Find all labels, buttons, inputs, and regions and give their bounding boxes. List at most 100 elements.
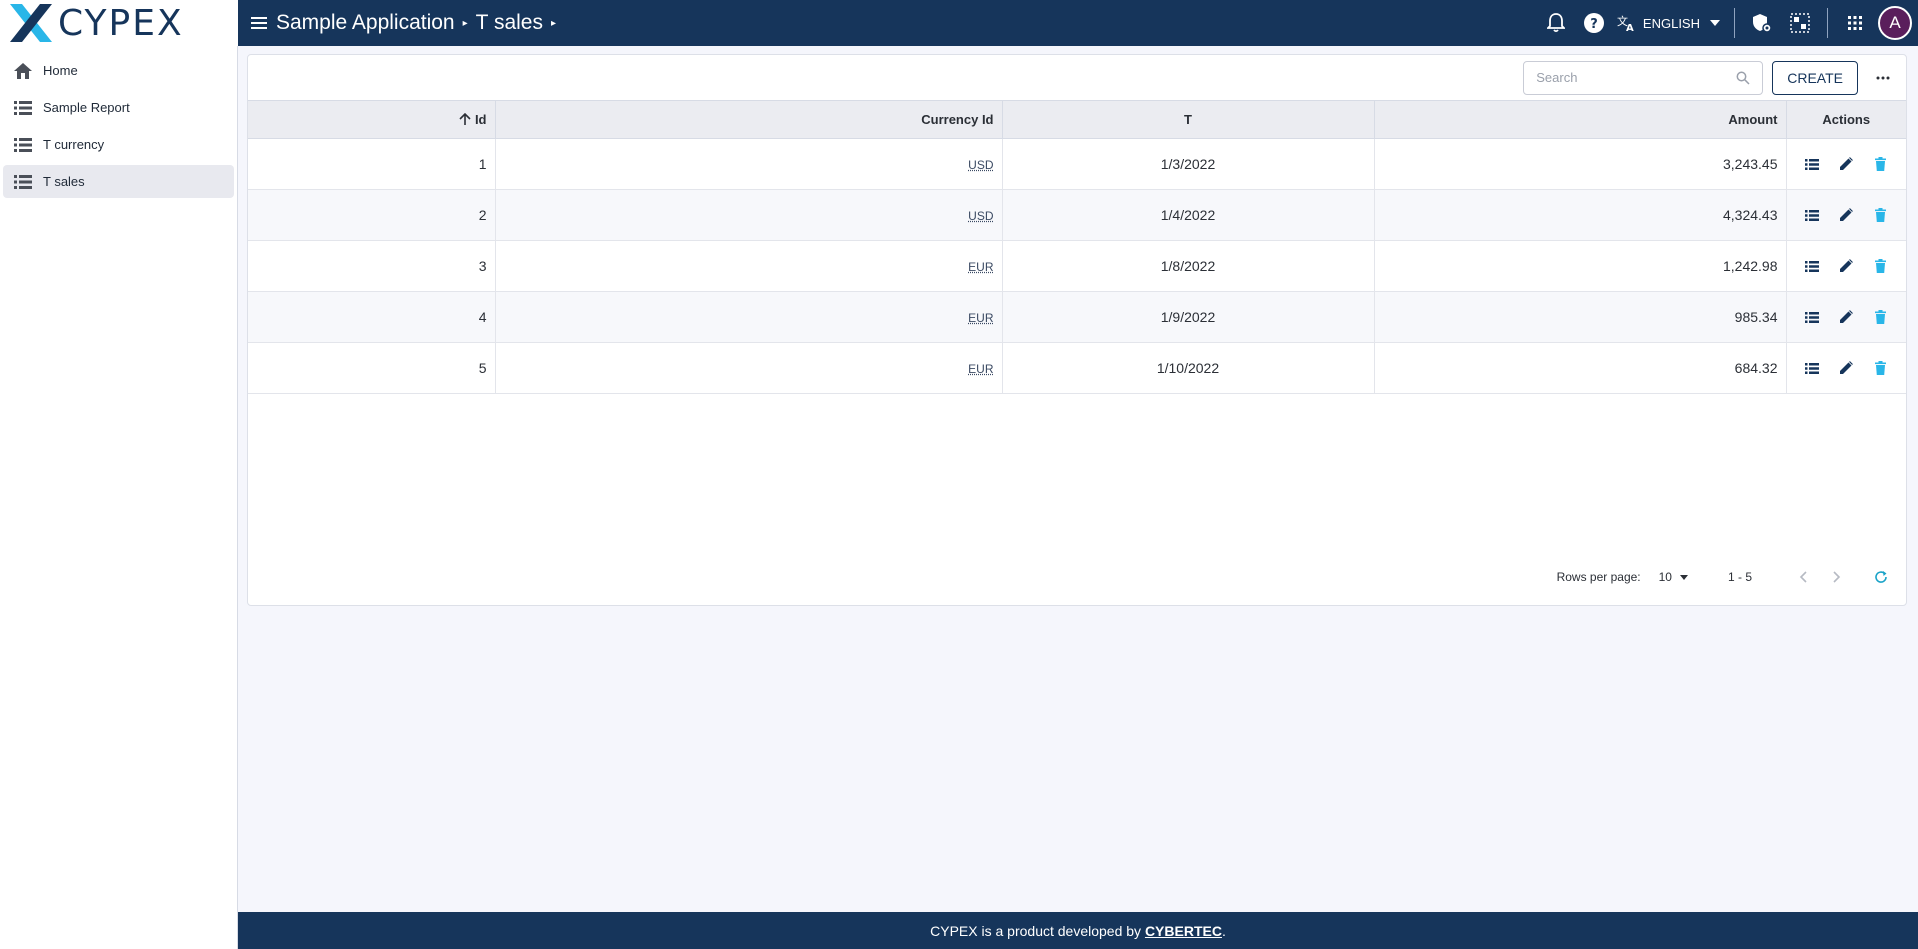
currency-link[interactable]: USD <box>968 209 993 223</box>
table-row[interactable]: 4 EUR 1/9/2022 985.34 <box>248 291 1906 343</box>
grid-select-icon <box>1790 13 1810 33</box>
logo[interactable]: CYPEX <box>0 0 238 46</box>
cell-currency-id: EUR <box>495 342 1003 394</box>
search-input[interactable] <box>1536 70 1737 85</box>
list-icon <box>13 135 33 155</box>
help-icon: ? <box>1583 13 1604 33</box>
edit-icon[interactable] <box>1836 358 1856 378</box>
cell-amount: 4,324.43 <box>1374 189 1787 241</box>
sidebar-item-t-currency[interactable]: T currency <box>3 128 234 161</box>
table-row[interactable]: 3 EUR 1/8/2022 1,242.98 <box>248 240 1906 292</box>
table-header-row: Id Currency Id T Amount Actions <box>248 100 1906 139</box>
data-table: Id Currency Id T Amount Actions 1 USD 1/3/… <box>248 100 1906 394</box>
app-header: CYPEX Sample Application ▸ T sales ▸ ? 文… <box>0 0 1918 46</box>
column-header-label: Id <box>474 112 487 127</box>
footer-link-cybertec[interactable]: CYBERTEC <box>1145 923 1222 939</box>
column-header-id[interactable]: Id <box>248 100 496 139</box>
apps-button[interactable] <box>1840 8 1870 38</box>
layout-editor-button[interactable] <box>1785 8 1815 38</box>
sidebar-item-sample-report[interactable]: Sample Report <box>3 91 234 124</box>
footer: CYPEX is a product developed by CYBERTEC… <box>238 912 1918 949</box>
rows-per-page-select[interactable]: 10 <box>1659 570 1688 584</box>
delete-icon[interactable] <box>1870 358 1890 378</box>
cell-amount: 1,242.98 <box>1374 240 1787 292</box>
language-selector[interactable]: 文A ENGLISH <box>1617 14 1720 32</box>
sidebar-item-t-sales[interactable]: T sales <box>3 165 234 198</box>
sidebar-item-label: Home <box>43 63 78 78</box>
breadcrumb-app[interactable]: Sample Application <box>276 11 455 35</box>
edit-icon[interactable] <box>1836 205 1856 225</box>
cell-currency-id: EUR <box>495 291 1003 343</box>
more-options-button[interactable] <box>1868 63 1898 93</box>
cell-amount: 684.32 <box>1374 342 1787 394</box>
cell-id: 1 <box>248 138 496 190</box>
chevron-right-icon <box>1833 571 1841 583</box>
table-row[interactable]: 5 EUR 1/10/2022 684.32 <box>248 342 1906 394</box>
more-horizontal-icon <box>1876 76 1890 79</box>
previous-page-button[interactable] <box>1790 564 1816 590</box>
cell-currency-id: USD <box>495 138 1003 190</box>
column-header-amount[interactable]: Amount <box>1374 100 1787 139</box>
currency-link[interactable]: USD <box>968 158 993 172</box>
cell-actions <box>1786 138 1906 190</box>
column-header-t[interactable]: T <box>1002 100 1375 139</box>
cell-id: 2 <box>248 189 496 241</box>
logo-text: CYPEX <box>58 2 184 44</box>
breadcrumb-page[interactable]: T sales <box>476 11 543 35</box>
search-icon <box>1736 71 1750 85</box>
cell-actions <box>1786 291 1906 343</box>
view-details-icon[interactable] <box>1802 358 1822 378</box>
help-button[interactable]: ? <box>1579 8 1609 38</box>
delete-icon[interactable] <box>1870 205 1890 225</box>
menu-toggle-button[interactable] <box>248 12 270 34</box>
column-header-currency-id[interactable]: Currency Id <box>495 100 1003 139</box>
hamburger-icon <box>251 17 267 29</box>
refresh-button[interactable] <box>1868 564 1894 590</box>
delete-icon[interactable] <box>1870 307 1890 327</box>
next-page-button[interactable] <box>1824 564 1850 590</box>
sidebar-item-label: Sample Report <box>43 100 130 115</box>
cell-id: 5 <box>248 342 496 394</box>
table-toolbar: CREATE <box>248 55 1906 100</box>
cell-actions <box>1786 342 1906 394</box>
svg-text:?: ? <box>1590 17 1598 32</box>
cell-t: 1/4/2022 <box>1002 189 1375 241</box>
sidebar-item-label: T sales <box>43 174 85 189</box>
sidebar-item-label: T currency <box>43 137 105 152</box>
delete-icon[interactable] <box>1870 256 1890 276</box>
search-box[interactable] <box>1523 60 1764 95</box>
currency-link[interactable]: EUR <box>968 260 993 274</box>
view-details-icon[interactable] <box>1802 205 1822 225</box>
cypex-logo-icon <box>10 4 52 42</box>
cell-actions <box>1786 189 1906 241</box>
view-details-icon[interactable] <box>1802 154 1822 174</box>
table-row[interactable]: 1 USD 1/3/2022 3,243.45 <box>248 138 1906 190</box>
rows-per-page-value: 10 <box>1658 570 1672 584</box>
delete-icon[interactable] <box>1870 154 1890 174</box>
cell-amount: 985.34 <box>1374 291 1787 343</box>
view-details-icon[interactable] <box>1802 256 1822 276</box>
edit-icon[interactable] <box>1836 256 1856 276</box>
translate-icon: 文A <box>1617 14 1634 32</box>
cell-id: 3 <box>248 240 496 292</box>
header-actions: ? 文A ENGLISH A <box>1537 0 1918 46</box>
edit-icon[interactable] <box>1836 154 1856 174</box>
create-button[interactable]: CREATE <box>1772 60 1858 95</box>
avatar[interactable]: A <box>1878 6 1912 40</box>
edit-icon[interactable] <box>1836 307 1856 327</box>
view-details-icon[interactable] <box>1802 307 1822 327</box>
chevron-right-icon: ▸ <box>462 17 468 29</box>
table-row[interactable]: 2 USD 1/4/2022 4,324.43 <box>248 189 1906 241</box>
cell-id: 4 <box>248 291 496 343</box>
notifications-button[interactable] <box>1541 8 1571 38</box>
chevron-right-icon: ▸ <box>550 17 556 29</box>
apps-grid-icon <box>1848 16 1862 30</box>
arrow-up-icon <box>459 112 471 125</box>
currency-link[interactable]: EUR <box>968 311 993 325</box>
shield-settings-button[interactable] <box>1747 8 1777 38</box>
cell-currency-id: EUR <box>495 240 1003 292</box>
sidebar-item-home[interactable]: Home <box>3 54 234 87</box>
currency-link[interactable]: EUR <box>968 362 993 376</box>
table-card: CREATE Id Currency Id T Amount Actions 1… <box>247 54 1907 606</box>
divider <box>1827 8 1828 38</box>
